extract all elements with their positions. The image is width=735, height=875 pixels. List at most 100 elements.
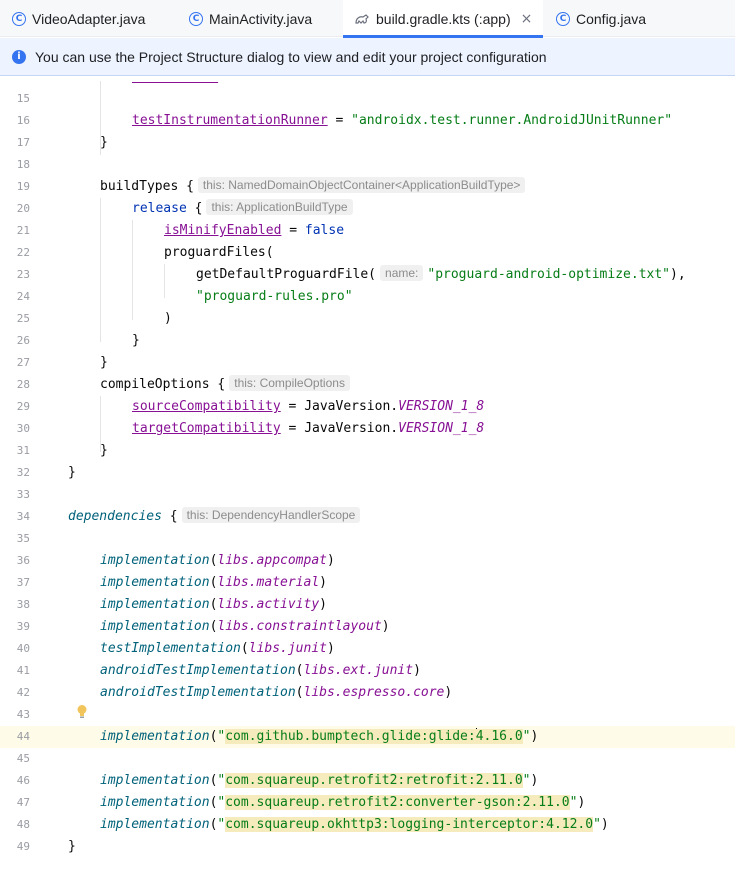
line-code: implementation(libs.activity) <box>100 597 327 612</box>
inlay-hint: this: CompileOptions <box>229 375 350 391</box>
line-number: 19 <box>16 180 30 193</box>
line-code: implementation("com.squareup.retrofit2:r… <box>100 773 539 788</box>
line-code: targetCompatibility = JavaVersion.VERSIO… <box>132 421 485 436</box>
line-number: 31 <box>16 444 30 457</box>
line-number: 39 <box>16 620 30 633</box>
line-number: 44 <box>16 730 30 743</box>
code-line: 21 isMinifyEnabled = false <box>0 220 735 242</box>
code-line: 29 sourceCompatibility = JavaVersion.VER… <box>0 396 735 418</box>
line-code: implementation("com.squareup.retrofit2:c… <box>100 795 586 810</box>
code-editor[interactable]: 14 versionName = "1.0" 15 16 testInstrum… <box>0 77 735 875</box>
java-class-icon: C <box>12 11 26 26</box>
code-line: 19 buildTypes {this: NamedDomainObjectCo… <box>0 176 735 198</box>
line-number: 26 <box>16 334 30 347</box>
line-number: 40 <box>16 642 30 655</box>
line-number: 36 <box>16 554 30 567</box>
line-code: } <box>100 443 108 458</box>
line-number: 34 <box>16 510 30 523</box>
tab-label: Config.java <box>576 10 647 27</box>
inlay-hint: name: <box>380 265 424 281</box>
java-class-icon: C <box>556 11 570 26</box>
code-line: 34 dependencies {this: DependencyHandler… <box>0 506 735 528</box>
code-line: 33 <box>0 484 735 506</box>
line-code: } <box>132 333 140 348</box>
line-number: 37 <box>16 576 30 589</box>
line-code: "proguard-rules.pro" <box>196 289 353 304</box>
code-line: 35 <box>0 528 735 550</box>
line-number: 28 <box>16 378 30 391</box>
code-line: 49 } <box>0 836 735 858</box>
line-number: 16 <box>16 114 30 127</box>
line-code: buildTypes {this: NamedDomainObjectConta… <box>100 176 526 198</box>
code-line: 15 <box>0 88 735 110</box>
code-line: 45 <box>0 748 735 770</box>
line-code: implementation("com.squareup.okhttp3:log… <box>100 817 609 832</box>
line-code: getDefaultProguardFile(name: "proguard-an… <box>196 265 686 282</box>
line-code: release {this: ApplicationBuildType <box>132 198 353 220</box>
line-number: 48 <box>16 818 30 831</box>
close-icon[interactable]: × <box>521 11 533 27</box>
code-line: 48 implementation("com.squareup.okhttp3:… <box>0 814 735 836</box>
line-code: proguardFiles( <box>164 245 274 260</box>
code-line: 20 release {this: ApplicationBuildType <box>0 198 735 220</box>
line-number: 20 <box>16 202 30 215</box>
code-line: 47 implementation("com.squareup.retrofit… <box>0 792 735 814</box>
project-structure-banner: i You can use the Project Structure dial… <box>0 38 735 76</box>
line-code: compileOptions {this: CompileOptions <box>100 374 350 396</box>
line-code: ) <box>164 311 172 326</box>
gradle-icon <box>355 13 369 24</box>
line-number: 24 <box>16 290 30 303</box>
inlay-hint: this: NamedDomainObjectContainer<Applica… <box>197 177 526 193</box>
line-code: implementation(libs.constraintlayout) <box>100 619 390 634</box>
line-code: } <box>100 355 108 370</box>
code-line: 28 compileOptions {this: CompileOptions <box>0 374 735 396</box>
code-line: 40 testImplementation(libs.junit) <box>0 638 735 660</box>
line-code: } <box>68 465 76 480</box>
editor-tab-bar: C VideoAdapter.java C MainActivity.java … <box>0 0 735 38</box>
inlay-hint: this: ApplicationBuildType <box>206 199 353 215</box>
line-code: implementation(libs.material) <box>100 575 327 590</box>
line-code: androidTestImplementation(libs.espresso.… <box>100 685 453 700</box>
line-number: 30 <box>16 422 30 435</box>
code-line: 18 <box>0 154 735 176</box>
code-line: 43 <box>0 704 735 726</box>
code-line: 22 proguardFiles( <box>0 242 735 264</box>
inlay-hint: this: DependencyHandlerScope <box>181 507 361 523</box>
code-line: 30 targetCompatibility = JavaVersion.VER… <box>0 418 735 440</box>
code-line: 24 "proguard-rules.pro" <box>0 286 735 308</box>
line-number: 49 <box>16 840 30 853</box>
code-line: 37 implementation(libs.material) <box>0 572 735 594</box>
line-number: 23 <box>16 268 30 281</box>
code-line-current: 44 implementation("com.github.bumptech.g… <box>0 726 735 748</box>
line-code: testInstrumentationRunner = "androidx.te… <box>132 113 673 128</box>
tab-label: build.gradle.kts (:app) <box>376 10 511 27</box>
code-line: 26 } <box>0 330 735 352</box>
code-line: 39 implementation(libs.constraintlayout) <box>0 616 735 638</box>
line-code: testImplementation(libs.junit) <box>100 641 335 656</box>
line-number: 17 <box>16 136 30 149</box>
code-line: 32 } <box>0 462 735 484</box>
tab-config[interactable]: C Config.java <box>556 0 646 37</box>
code-line: 25 ) <box>0 308 735 330</box>
lightbulb-icon[interactable] <box>76 704 88 720</box>
tab-build-gradle[interactable]: build.gradle.kts (:app) × <box>343 0 544 38</box>
line-number: 21 <box>16 224 30 237</box>
line-number: 18 <box>16 158 30 171</box>
code-line: 31 } <box>0 440 735 462</box>
line-code: implementation("com.github.bumptech.glid… <box>100 728 539 744</box>
line-code: implementation(libs.appcompat) <box>100 553 335 568</box>
tab-label: MainActivity.java <box>209 10 313 27</box>
scroll-edge <box>0 77 735 81</box>
line-number: 29 <box>16 400 30 413</box>
tab-main-activity[interactable]: C MainActivity.java <box>189 0 312 37</box>
code-line: 36 implementation(libs.appcompat) <box>0 550 735 572</box>
code-line: 46 implementation("com.squareup.retrofit… <box>0 770 735 792</box>
java-class-icon: C <box>189 11 203 26</box>
line-number: 45 <box>16 752 30 765</box>
line-number: 27 <box>16 356 30 369</box>
code-line: 16 testInstrumentationRunner = "androidx… <box>0 110 735 132</box>
tab-video-adapter[interactable]: C VideoAdapter.java <box>12 0 145 37</box>
tab-label: VideoAdapter.java <box>32 10 146 27</box>
code-line: 42 androidTestImplementation(libs.espres… <box>0 682 735 704</box>
code-line: 17 } <box>0 132 735 154</box>
